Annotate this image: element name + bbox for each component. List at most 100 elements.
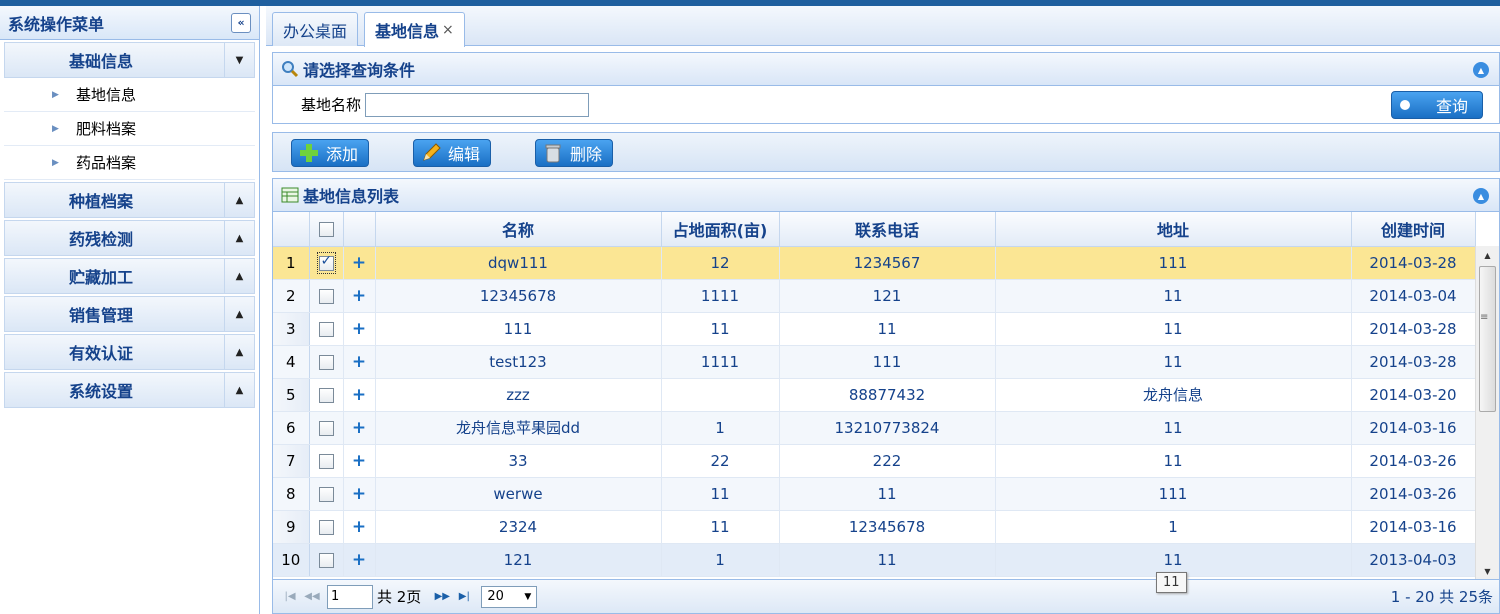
row-number: 8 xyxy=(273,477,310,511)
next-page-icon[interactable]: ▶▶ xyxy=(431,591,453,602)
menu-item-base-info[interactable]: ▶ 基地信息 xyxy=(4,78,255,112)
cell-name: zzz xyxy=(375,378,662,412)
expand-plus-icon[interactable]: + xyxy=(352,319,366,339)
main-area: 办公桌面 基地信息 × 请选择查询条件 ▲ 基地名称 查询 添加 编辑 删除 基… xyxy=(266,6,1500,614)
expand-cell[interactable]: + xyxy=(343,279,376,313)
column-header[interactable]: 创建时间 xyxy=(1351,212,1476,247)
grid-panel-title: 基地信息列表 xyxy=(303,187,400,206)
edit-button[interactable]: 编辑 xyxy=(413,139,492,167)
row-select-cell[interactable] xyxy=(309,312,344,346)
column-header[interactable]: 地址 xyxy=(995,212,1352,247)
scrollbar-thumb[interactable] xyxy=(1479,266,1496,412)
row-checkbox[interactable] xyxy=(318,288,334,304)
menu-group-planting[interactable]: 种植档案 ▲ xyxy=(4,182,255,218)
collapse-sidebar-icon[interactable]: « xyxy=(231,12,251,33)
table-row[interactable]: 1 + dqw111 12 1234567 111 2014-03-28 xyxy=(273,246,1476,280)
table-row[interactable]: 10 + 121 1 11 11 2013-04-03 xyxy=(273,543,1476,577)
sidebar-title: 系统操作菜单 xyxy=(8,14,105,34)
menu-group-certification[interactable]: 有效认证 ▲ xyxy=(4,334,255,370)
column-header[interactable]: 联系电话 xyxy=(779,212,996,247)
row-select-cell[interactable] xyxy=(309,444,344,478)
column-header[interactable]: 名称 xyxy=(375,212,662,247)
menu-group-sales[interactable]: 销售管理 ▲ xyxy=(4,296,255,332)
row-select-cell[interactable] xyxy=(309,411,344,445)
cell-address: 111 xyxy=(995,246,1352,280)
cell-phone: 121 xyxy=(779,279,996,313)
menu-group-residue-test[interactable]: 药残检测 ▲ xyxy=(4,220,255,256)
row-checkbox[interactable] xyxy=(318,486,334,502)
row-checkbox[interactable] xyxy=(318,387,334,403)
expand-plus-icon[interactable]: + xyxy=(352,517,366,537)
add-button-label: 添加 xyxy=(326,145,359,164)
page-size-select[interactable]: 20 ▼ xyxy=(481,585,538,608)
row-select-cell[interactable] xyxy=(309,378,344,412)
expand-cell[interactable]: + xyxy=(343,444,376,478)
row-checkbox[interactable] xyxy=(318,420,334,436)
select-all-header[interactable] xyxy=(309,212,344,247)
table-row[interactable]: 2 + 12345678 1111 121 11 2014-03-04 xyxy=(273,279,1476,313)
expand-plus-icon[interactable]: + xyxy=(352,385,366,405)
row-checkbox[interactable] xyxy=(318,453,334,469)
vertical-scrollbar[interactable]: ▲ ≡ ▼ xyxy=(1475,246,1499,579)
expand-plus-icon[interactable]: + xyxy=(352,550,366,570)
row-select-cell[interactable] xyxy=(309,279,344,313)
row-checkbox[interactable] xyxy=(318,354,334,370)
expand-cell[interactable]: + xyxy=(343,246,376,280)
menu-item-fertilizer[interactable]: ▶ 肥料档案 xyxy=(4,112,255,146)
tab-base-info[interactable]: 基地信息 × xyxy=(364,12,465,47)
menu-item-medicine[interactable]: ▶ 药品档案 xyxy=(4,146,255,180)
row-select-cell[interactable] xyxy=(309,543,344,577)
table-row[interactable]: 3 + 111 11 11 11 2014-03-28 xyxy=(273,312,1476,346)
menu-group-basic-info[interactable]: 基础信息 ▼ xyxy=(4,42,255,78)
cell-date: 2014-03-16 xyxy=(1351,411,1476,445)
expand-plus-icon[interactable]: + xyxy=(352,352,366,372)
row-select-cell[interactable] xyxy=(309,246,344,280)
first-page-icon[interactable]: |◀ xyxy=(279,591,301,602)
expand-cell[interactable]: + xyxy=(343,477,376,511)
row-checkbox[interactable] xyxy=(318,519,334,535)
table-row[interactable]: 5 + zzz 88877432 龙舟信息 2014-03-20 xyxy=(273,378,1476,412)
expand-plus-icon[interactable]: + xyxy=(352,286,366,306)
query-button[interactable]: 查询 xyxy=(1391,91,1483,119)
tab-desktop[interactable]: 办公桌面 xyxy=(272,12,359,46)
base-name-input[interactable] xyxy=(365,92,590,117)
expand-cell[interactable]: + xyxy=(343,312,376,346)
close-icon[interactable]: × xyxy=(442,22,454,38)
expand-plus-icon[interactable]: + xyxy=(352,418,366,438)
menu-group-settings[interactable]: 系统设置 ▲ xyxy=(4,372,255,408)
expand-plus-icon[interactable]: + xyxy=(352,451,366,471)
page-number-input[interactable] xyxy=(327,584,373,609)
row-checkbox[interactable] xyxy=(318,253,334,271)
last-page-icon[interactable]: ▶| xyxy=(453,591,475,602)
scroll-down-icon[interactable]: ▼ xyxy=(1476,562,1499,579)
delete-button[interactable]: 删除 xyxy=(535,139,614,167)
collapse-panel-icon[interactable]: ▲ xyxy=(1473,62,1489,78)
row-select-cell[interactable] xyxy=(309,477,344,511)
expand-plus-icon[interactable]: + xyxy=(352,253,366,273)
expand-plus-icon[interactable]: + xyxy=(352,484,366,504)
collapse-panel-icon[interactable]: ▲ xyxy=(1473,188,1489,204)
expand-cell[interactable]: + xyxy=(343,378,376,412)
row-checkbox[interactable] xyxy=(318,552,334,568)
prev-page-icon[interactable]: ◀◀ xyxy=(301,591,323,602)
add-button[interactable]: 添加 xyxy=(291,139,370,167)
select-all-checkbox[interactable] xyxy=(318,222,334,238)
row-select-cell[interactable] xyxy=(309,510,344,544)
table-row[interactable]: 8 + werwe 11 11 111 2014-03-26 xyxy=(273,477,1476,511)
row-select-cell[interactable] xyxy=(309,345,344,379)
expand-cell[interactable]: + xyxy=(343,345,376,379)
cell-address: 111 xyxy=(995,477,1352,511)
column-header[interactable]: 占地面积(亩) xyxy=(661,212,780,247)
expand-cell[interactable]: + xyxy=(343,510,376,544)
scroll-up-icon[interactable]: ▲ xyxy=(1476,246,1499,264)
table-row[interactable]: 6 + 龙舟信息苹果园dd 1 13210773824 11 2014-03-1… xyxy=(273,411,1476,445)
table-row[interactable]: 4 + test123 1111 111 11 2014-03-28 xyxy=(273,345,1476,379)
menu-group-storage[interactable]: 贮藏加工 ▲ xyxy=(4,258,255,294)
cell-name: dqw111 xyxy=(375,246,662,280)
table-row[interactable]: 9 + 2324 11 12345678 1 2014-03-16 xyxy=(273,510,1476,544)
expand-cell[interactable]: + xyxy=(343,411,376,445)
row-checkbox[interactable] xyxy=(318,321,334,337)
expand-cell[interactable]: + xyxy=(343,543,376,577)
chevron-down-icon: ▼ xyxy=(524,591,532,602)
table-row[interactable]: 7 + 33 22 222 11 2014-03-26 xyxy=(273,444,1476,478)
